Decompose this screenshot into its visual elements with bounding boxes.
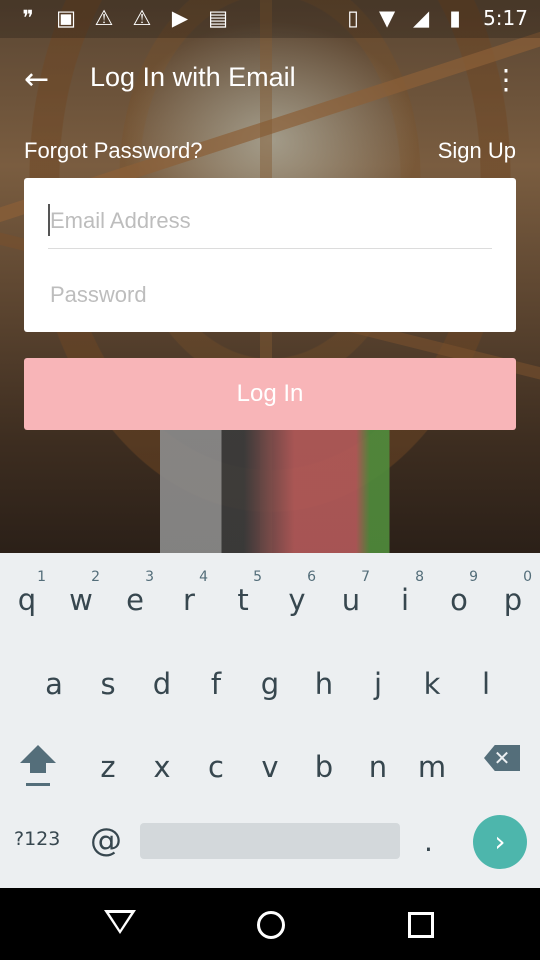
key-a[interactable]: a bbox=[27, 647, 81, 717]
vibrate-icon: ▯ bbox=[347, 6, 359, 30]
soft-keyboard: 1q 2w 3e 4r 5t 6y 7u 8i 9o 0p a s d f g … bbox=[0, 553, 540, 888]
key-z[interactable]: z bbox=[81, 730, 135, 800]
key-w[interactable]: 2w bbox=[54, 563, 108, 633]
more-vert-icon[interactable]: ⋮ bbox=[492, 62, 520, 98]
key-l[interactable]: l bbox=[459, 647, 513, 717]
wifi-icon: ▼ bbox=[379, 6, 396, 30]
email-field[interactable] bbox=[48, 192, 496, 250]
key-b[interactable]: b bbox=[297, 730, 351, 800]
key-r[interactable]: 4r bbox=[162, 563, 216, 633]
clock: 5:17 bbox=[483, 6, 528, 30]
warning-icon: ⚠ bbox=[132, 6, 152, 30]
space-key[interactable] bbox=[140, 823, 400, 859]
at-key[interactable]: @ bbox=[90, 821, 122, 859]
password-field-container bbox=[48, 266, 496, 324]
key-n[interactable]: n bbox=[351, 730, 405, 800]
key-v[interactable]: v bbox=[243, 730, 297, 800]
key-m[interactable]: m bbox=[405, 730, 459, 800]
key-d[interactable]: d bbox=[135, 647, 189, 717]
email-field-container bbox=[48, 192, 496, 250]
period-key[interactable]: . bbox=[424, 825, 433, 858]
password-field[interactable] bbox=[48, 266, 496, 324]
login-form-card bbox=[24, 178, 516, 332]
key-x[interactable]: x bbox=[135, 730, 189, 800]
key-f[interactable]: f bbox=[189, 647, 243, 717]
auth-links: Forgot Password? Sign Up bbox=[24, 134, 516, 170]
nav-home-icon[interactable] bbox=[257, 911, 285, 939]
key-h[interactable]: h bbox=[297, 647, 351, 717]
back-arrow-icon[interactable]: ← bbox=[24, 62, 60, 98]
image-icon: ▣ bbox=[56, 6, 76, 30]
key-j[interactable]: j bbox=[351, 647, 405, 717]
chevron-right-icon[interactable]: › bbox=[473, 815, 527, 869]
key-o[interactable]: 9o bbox=[432, 563, 486, 633]
youtube-icon: ▶ bbox=[171, 6, 189, 30]
key-k[interactable]: k bbox=[405, 647, 459, 717]
navigation-bar bbox=[0, 888, 540, 960]
backspace-icon[interactable]: ✕ bbox=[484, 745, 520, 771]
page-title: Log In with Email bbox=[90, 62, 296, 92]
warning-icon: ⚠ bbox=[94, 6, 114, 30]
text-caret bbox=[48, 204, 50, 236]
key-p[interactable]: 0p bbox=[486, 563, 540, 633]
key-u[interactable]: 7u bbox=[324, 563, 378, 633]
key-t[interactable]: 5t bbox=[216, 563, 270, 633]
symbols-key[interactable]: ?123 bbox=[14, 828, 60, 850]
key-i[interactable]: 8i bbox=[378, 563, 432, 633]
key-s[interactable]: s bbox=[81, 647, 135, 717]
briefcase-icon: ▤ bbox=[208, 6, 228, 30]
login-button[interactable]: Log In bbox=[24, 358, 516, 430]
key-y[interactable]: 6y bbox=[270, 563, 324, 633]
key-q[interactable]: 1q bbox=[0, 563, 54, 633]
status-bar: ❞ ▣ ⚠ ⚠ ▶ ▤ ▯ ▼ ◢ ▮ 5:17 bbox=[0, 0, 540, 38]
shift-icon[interactable] bbox=[14, 739, 62, 795]
battery-icon: ▮ bbox=[449, 6, 461, 30]
signal-icon: ◢ bbox=[413, 6, 430, 30]
app-bar: ← Log In with Email ⋮ bbox=[0, 38, 540, 122]
key-c[interactable]: c bbox=[189, 730, 243, 800]
key-g[interactable]: g bbox=[243, 647, 297, 717]
nav-back-icon[interactable] bbox=[104, 910, 136, 934]
key-e[interactable]: 3e bbox=[108, 563, 162, 633]
nav-recents-icon[interactable] bbox=[408, 912, 434, 938]
forgot-password-link[interactable]: Forgot Password? bbox=[24, 138, 203, 164]
chat-icon: ❞ bbox=[22, 6, 34, 30]
sign-up-link[interactable]: Sign Up bbox=[438, 138, 516, 164]
